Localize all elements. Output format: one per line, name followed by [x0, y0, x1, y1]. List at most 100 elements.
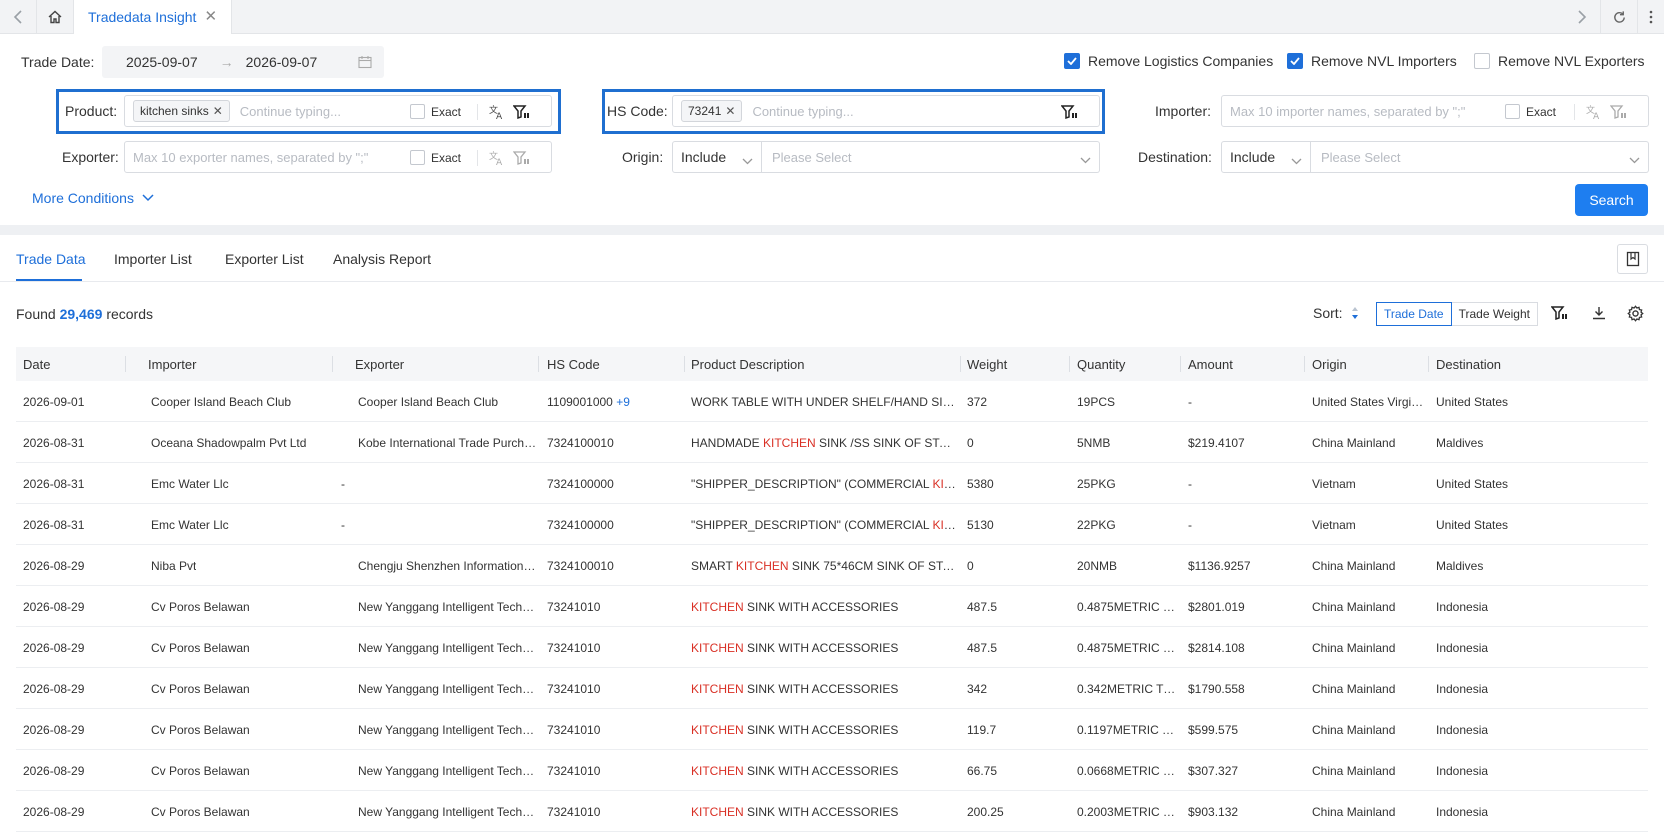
cell-exporter[interactable]: New Yanggang Intelligent Techn...: [358, 682, 538, 696]
table-row[interactable]: 2026-08-31 Emc Water Llc - 7324100000 "SHIPP…: [16, 504, 1648, 545]
cell-destination: Indonesia: [1436, 764, 1489, 778]
cell-importer[interactable]: Cv Poros Belawan: [151, 682, 250, 696]
trade-date-range-picker[interactable]: 2025-09-07 → 2026-09-07: [102, 46, 384, 78]
forward-chevron-icon[interactable]: [1564, 0, 1600, 34]
search-button[interactable]: Search: [1575, 184, 1648, 216]
hs-code-more-link[interactable]: +9: [613, 395, 630, 409]
tab-importer-list[interactable]: Importer List: [114, 251, 192, 267]
column-header-quantity: Quantity: [1077, 357, 1126, 372]
date-to[interactable]: 2026-09-07: [246, 54, 318, 70]
cell-importer[interactable]: Niba Pvt: [151, 559, 196, 573]
cell-exporter[interactable]: Kobe International Trade Purchas...: [358, 436, 538, 450]
tab-trade-data[interactable]: Trade Data: [16, 251, 86, 267]
cell-importer[interactable]: Cv Poros Belawan: [151, 641, 250, 655]
destination-include-select[interactable]: Include: [1221, 141, 1311, 173]
remove-tag-icon[interactable]: ✕: [725, 104, 735, 118]
date-from[interactable]: 2025-09-07: [126, 54, 198, 70]
sort-trade-date-button[interactable]: Trade Date: [1376, 302, 1452, 326]
more-vertical-icon[interactable]: [1638, 0, 1664, 34]
remove-tag-icon[interactable]: ✕: [213, 104, 223, 118]
checkbox-unchecked-icon[interactable]: [410, 104, 425, 119]
product-input[interactable]: kitchen sinks ✕ Continue typing... Exact…: [124, 95, 552, 127]
table-row[interactable]: 2026-08-29 Cv Poros Belawan New Yanggang I…: [16, 627, 1648, 668]
importer-input[interactable]: Max 10 importer names, separated by ";" …: [1221, 95, 1649, 127]
chevron-down-icon: [1080, 152, 1091, 167]
tab-tradedata-insight[interactable]: Tradedata Insight ✕: [74, 0, 233, 34]
table-row[interactable]: 2026-08-31 Oceana Shadowpalm Pvt Ltd Kobe …: [16, 422, 1648, 463]
download-icon[interactable]: [1591, 305, 1607, 324]
hs-code-input[interactable]: 73241 ✕ Continue typing...: [672, 95, 1100, 127]
sort-trade-weight-button[interactable]: Trade Weight: [1451, 302, 1538, 326]
cell-quantity: 19PCS: [1077, 395, 1116, 409]
cell-exporter[interactable]: New Yanggang Intelligent Techn...: [358, 764, 538, 778]
cell-importer[interactable]: Cooper Island Beach Club: [151, 395, 291, 409]
home-icon[interactable]: [36, 0, 74, 34]
more-conditions-toggle[interactable]: More Conditions: [32, 190, 154, 206]
cell-exporter[interactable]: New Yanggang Intelligent Techn...: [358, 641, 538, 655]
cell-importer[interactable]: Cv Poros Belawan: [151, 600, 250, 614]
cell-quantity: 0.342METRIC TO...: [1077, 682, 1177, 696]
checkbox-unchecked-icon[interactable]: [1474, 53, 1490, 69]
cell-exporter[interactable]: Cooper Island Beach Club: [358, 395, 498, 409]
remove-logistics-checkbox[interactable]: Remove Logistics Companies: [1064, 53, 1273, 69]
cell-hs-code: 7324100010: [547, 559, 614, 573]
bookmark-button[interactable]: [1617, 244, 1648, 274]
translate-icon[interactable]: 文A: [489, 150, 505, 169]
close-tab-icon[interactable]: ✕: [204, 9, 217, 24]
cell-exporter[interactable]: New Yanggang Intelligent Techn...: [358, 600, 538, 614]
cell-importer[interactable]: Emc Water Llc: [151, 518, 229, 532]
cell-importer[interactable]: Cv Poros Belawan: [151, 805, 250, 819]
table-row[interactable]: 2026-09-01 Cooper Island Beach Club Cooper…: [16, 381, 1648, 422]
checkbox-unchecked-icon[interactable]: [1505, 104, 1520, 119]
remove-nvl-importers-label: Remove NVL Importers: [1311, 53, 1457, 69]
table-row[interactable]: 2026-08-29 Cv Poros Belawan New Yanggang I…: [16, 668, 1648, 709]
filter-icon[interactable]: [512, 104, 529, 123]
checkbox-checked-icon[interactable]: [1287, 53, 1303, 69]
cell-quantity: 0.0668METRIC T...: [1077, 764, 1177, 778]
cell-quantity: 0.2003METRIC T...: [1077, 805, 1177, 819]
filter-icon[interactable]: [1060, 104, 1077, 123]
cell-exporter[interactable]: New Yanggang Intelligent Techn...: [358, 723, 538, 737]
tab-analysis-report[interactable]: Analysis Report: [333, 251, 431, 267]
settings-gear-icon[interactable]: [1627, 305, 1644, 325]
exporter-exact-checkbox[interactable]: Exact: [410, 150, 461, 165]
cell-importer[interactable]: Oceana Shadowpalm Pvt Ltd: [151, 436, 306, 450]
hs-code-tag-text: 73241: [688, 104, 722, 118]
translate-icon[interactable]: 文A: [1586, 104, 1602, 123]
filter-icon[interactable]: [1550, 305, 1568, 324]
column-divider: [1069, 356, 1070, 372]
cell-exporter[interactable]: Chengju Shenzhen Information T...: [358, 559, 538, 573]
cell-importer[interactable]: Cv Poros Belawan: [151, 723, 250, 737]
record-count: 29,469: [59, 306, 103, 322]
importer-exact-checkbox[interactable]: Exact: [1505, 104, 1556, 119]
origin-select[interactable]: Please Select: [762, 141, 1100, 173]
table-row[interactable]: 2026-08-29 Cv Poros Belawan New Yanggang I…: [16, 750, 1648, 791]
remove-nvl-importers-checkbox[interactable]: Remove NVL Importers: [1287, 53, 1457, 69]
filter-icon[interactable]: [1609, 104, 1626, 123]
cell-hs-code: 7324100000: [547, 518, 614, 532]
destination-select[interactable]: Please Select: [1311, 141, 1649, 173]
tab-exporter-list[interactable]: Exporter List: [225, 251, 304, 267]
cell-importer[interactable]: Cv Poros Belawan: [151, 764, 250, 778]
table-row[interactable]: 2026-08-31 Emc Water Llc - 7324100000 "SHIPP…: [16, 463, 1648, 504]
table-row[interactable]: 2026-08-29 Cv Poros Belawan New Yanggang I…: [16, 586, 1648, 627]
checkbox-checked-icon[interactable]: [1064, 53, 1080, 69]
table-row[interactable]: 2026-08-29 Niba Pvt Chengju Shenzhen Infor…: [16, 545, 1648, 586]
sort-arrows-icon[interactable]: [1351, 306, 1359, 320]
table-row[interactable]: 2026-08-29 Cv Poros Belawan New Yanggang I…: [16, 709, 1648, 750]
origin-include-select[interactable]: Include: [672, 141, 762, 173]
column-header-importer: Importer: [148, 357, 197, 372]
exporter-input[interactable]: Max 10 exporter names, separated by ";" …: [124, 141, 552, 173]
destination-label: Destination:: [1138, 149, 1212, 165]
product-exact-checkbox[interactable]: Exact: [410, 104, 461, 119]
remove-nvl-exporters-checkbox[interactable]: Remove NVL Exporters: [1474, 53, 1645, 69]
checkbox-unchecked-icon[interactable]: [410, 150, 425, 165]
cell-weight: 0: [967, 559, 974, 573]
cell-importer[interactable]: Emc Water Llc: [151, 477, 229, 491]
cell-exporter[interactable]: New Yanggang Intelligent Techn...: [358, 805, 538, 819]
cell-origin: China Mainland: [1312, 600, 1396, 614]
translate-icon[interactable]: 文A: [489, 104, 505, 123]
filter-icon[interactable]: [512, 150, 529, 169]
back-chevron-icon[interactable]: [0, 0, 36, 34]
refresh-icon[interactable]: [1601, 0, 1637, 34]
